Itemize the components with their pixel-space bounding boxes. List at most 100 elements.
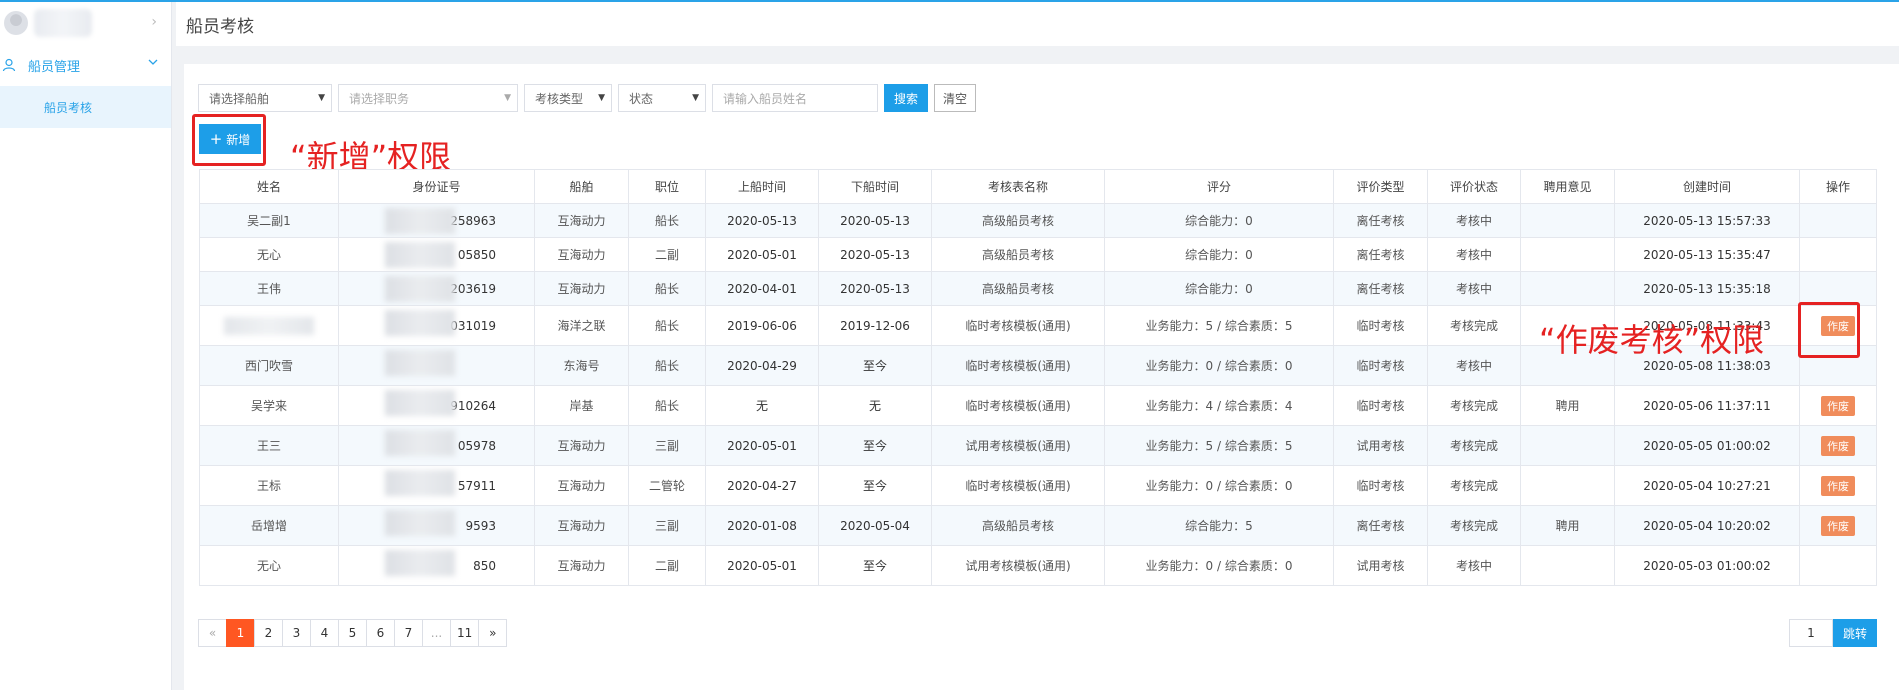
table-cell: 至今 — [818, 425, 932, 466]
void-assessment-button[interactable]: 作废 — [1821, 395, 1855, 416]
table-cell — [1799, 237, 1877, 272]
user-profile[interactable]: › — [0, 2, 171, 44]
table-cell: 2019-12-06 — [818, 305, 932, 346]
table-cell: 聘用 — [1520, 505, 1615, 546]
table-cell: 2020-05-06 11:37:11 — [1614, 385, 1800, 426]
id-number-suffix: 57911 — [457, 478, 496, 493]
table-cell: 无心 — [199, 237, 339, 272]
crew-name-placeholder: 请输入船员姓名 — [723, 91, 808, 106]
annotation-void-permission: “作废考核”权限 — [1539, 321, 1765, 359]
clear-button[interactable]: 清空 — [934, 84, 977, 112]
pagination-ellipsis: ... — [422, 619, 451, 647]
crew-name-input[interactable]: 请输入船员姓名 — [712, 84, 878, 112]
table-cell: 试用考核模板(通用) — [931, 545, 1105, 586]
table-row[interactable]: 岳增增 9593 互海动力 三副 2020-01-08 2020-05-04 高级船员考核综… — [199, 505, 1877, 546]
id-number-suffix: 9593 — [465, 518, 496, 533]
search-button[interactable]: 搜索 — [884, 84, 929, 112]
table-cell: 作废 — [1799, 465, 1877, 506]
table-cell: 2020-05-13 — [705, 203, 819, 238]
page-button[interactable]: 5 — [338, 619, 367, 647]
sidebar: › 船员管理 船员考核 — [0, 2, 172, 690]
chevron-right-icon[interactable]: › — [151, 14, 157, 30]
table-cell: 聘用 — [1520, 385, 1615, 426]
duty-select[interactable]: 请选择职务 ▼ — [338, 84, 518, 112]
table-cell: 高级船员考核 — [931, 271, 1105, 306]
table-cell: 综合能力：0 — [1104, 271, 1334, 306]
pagination: «1 2 3 4 5 6 7... 11» — [198, 619, 508, 647]
table-cell: 互海动力 — [534, 505, 629, 546]
user-name-redacted — [34, 9, 92, 37]
status-select[interactable]: 状态 ▼ — [618, 84, 706, 112]
table-cell: 2020-05-04 10:20:02 — [1614, 505, 1800, 546]
table-cell: 考核完成 — [1427, 425, 1521, 466]
table-cell: 船长 — [628, 345, 706, 386]
page-jump-input[interactable]: 1 — [1788, 619, 1833, 647]
sidebar-group-label: 船员管理 — [28, 59, 81, 75]
caret-down-icon: ▼ — [598, 93, 605, 103]
table-cell: 业务能力：0 / 综合素质：0 — [1104, 545, 1334, 586]
table-cell: 考核完成 — [1427, 505, 1521, 546]
table-cell: 考核完成 — [1427, 385, 1521, 426]
table-cell: 临时考核模板(通用) — [931, 345, 1105, 386]
page-button[interactable]: 11 — [450, 619, 480, 647]
table-cell: 互海动力 — [534, 203, 629, 238]
page-button[interactable]: 2 — [254, 619, 283, 647]
page-button[interactable]: 1 — [226, 619, 255, 647]
page-button[interactable]: 6 — [366, 619, 395, 647]
table-cell: 9593 — [338, 505, 535, 546]
main-panel: 请选择船舶 ▼ 请选择职务 ▼ 考核类型 ▼ 状态 ▼ 请输入船员姓名 搜索 清… — [184, 64, 1899, 690]
chevron-down-icon[interactable] — [147, 56, 159, 68]
table-cell: 05850 — [338, 237, 535, 272]
table-cell: 岸基 — [534, 385, 629, 426]
table-cell: 2020-05-03 01:00:02 — [1614, 545, 1800, 586]
table-cell: 高级船员考核 — [931, 237, 1105, 272]
table-cell: 考核完成 — [1427, 305, 1521, 346]
table-cell: 业务能力：4 / 综合素质：4 — [1104, 385, 1334, 426]
page-title: 船员考核 — [186, 16, 254, 37]
status-select-label: 状态 — [629, 91, 654, 106]
prev-page-button[interactable]: « — [198, 619, 227, 647]
void-assessment-button[interactable]: 作废 — [1821, 515, 1855, 536]
table-row[interactable]: 王三 05978 互海动力 三副 2020-05-01 至今 试用考核模板(通用) 业务能力：… — [199, 425, 1877, 466]
table-row[interactable]: 王标 57911 互海动力 二管轮 2020-04-27 至今 临时考核模板(通用) 业务能力… — [199, 465, 1877, 506]
page-button[interactable]: 4 — [310, 619, 339, 647]
column-header: 下船时间 — [818, 169, 932, 204]
table-cell: 业务能力：0 / 综合素质：0 — [1104, 345, 1334, 386]
table-cell: 高级船员考核 — [931, 505, 1105, 546]
table-cell: 850 — [338, 545, 535, 586]
ship-select[interactable]: 请选择船舶 ▼ — [198, 84, 332, 112]
void-assessment-button[interactable]: 作废 — [1821, 435, 1855, 456]
table-row[interactable]: 无心 05850 互海动力 二副 2020-05-01 2020-05-13 高级船员考核综… — [199, 237, 1877, 272]
assessment-type-select[interactable]: 考核类型 ▼ — [524, 84, 612, 112]
column-header: 考核表名称 — [931, 169, 1105, 204]
table-cell: 临时考核 — [1333, 385, 1428, 426]
table-cell — [338, 345, 535, 386]
table-cell: 258963 — [338, 203, 535, 238]
id-number-redacted — [385, 550, 455, 576]
table-row[interactable]: 无心 850 互海动力 二副 2020-05-01 至今 试用考核模板(通用) 业务能力：0 … — [199, 545, 1877, 586]
table-cell: 临时考核 — [1333, 345, 1428, 386]
table-cell: 综合能力：0 — [1104, 203, 1334, 238]
table-row[interactable]: 吴学来 910264 岸基 船长无无临时考核模板(通用) 业务能力：4 / 综合素质：4… — [199, 385, 1877, 426]
sidebar-item-crew-assessment[interactable]: 船员考核 — [0, 86, 171, 128]
page-button[interactable]: 7 — [394, 619, 423, 647]
table-cell — [1520, 545, 1615, 586]
table-cell: 业务能力：5 / 综合素质：5 — [1104, 305, 1334, 346]
avatar — [4, 11, 28, 35]
table-cell: 吴二副1 — [199, 203, 339, 238]
table-cell: 57911 — [338, 465, 535, 506]
table-row[interactable]: 吴二副1 258963 互海动力 船长 2020-05-13 2020-05-13 高级船员… — [199, 203, 1877, 238]
table-cell — [1520, 425, 1615, 466]
column-header: 评价状态 — [1427, 169, 1521, 204]
sidebar-group-crew-management[interactable]: 船员管理 — [0, 44, 171, 86]
table-cell: 2020-05-01 — [705, 237, 819, 272]
void-assessment-button[interactable]: 作废 — [1821, 475, 1855, 496]
table-cell: 试用考核模板(通用) — [931, 425, 1105, 466]
page-jump-button[interactable]: 跳转 — [1832, 619, 1877, 647]
page-button[interactable]: 3 — [282, 619, 311, 647]
table-cell: 王三 — [199, 425, 339, 466]
column-header: 评分 — [1104, 169, 1334, 204]
table-row[interactable]: 王伟 203619 互海动力 船长 2020-04-01 2020-05-13 高级船员考核… — [199, 271, 1877, 306]
annotation-box-add — [192, 114, 266, 166]
next-page-button[interactable]: » — [478, 619, 508, 647]
